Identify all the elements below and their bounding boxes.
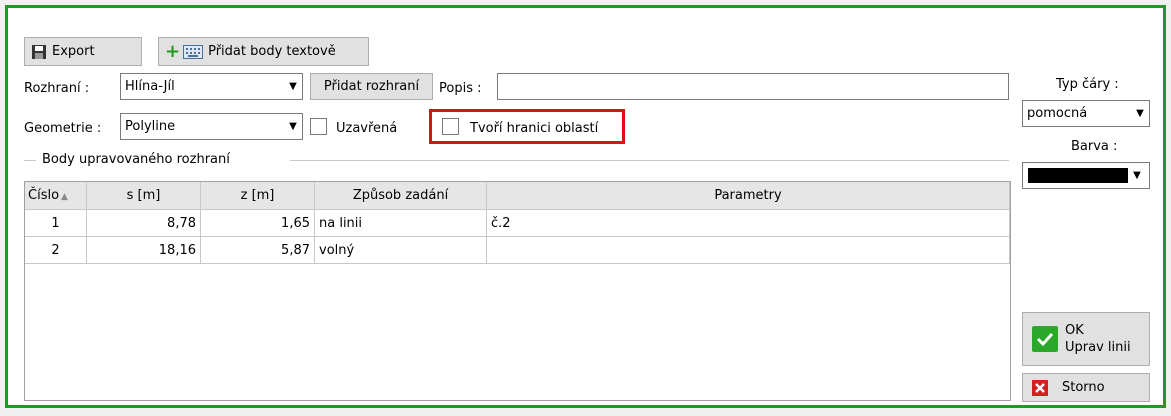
boundary-label: Tvoří hranici oblastí	[470, 121, 599, 136]
cell-s: 18,16	[86, 236, 201, 264]
closed-label: Uzavřená	[336, 121, 398, 136]
line-type-select[interactable]: pomocná ▼	[1022, 100, 1150, 127]
color-select[interactable]: ▼	[1022, 162, 1150, 189]
cell-params: č.2	[486, 209, 1010, 237]
add-text-points-label: Přidat body textově	[208, 44, 336, 59]
dialog-frame: Export + Přidat body textově Rozhraní : …	[5, 5, 1166, 408]
export-button[interactable]: Export	[24, 37, 142, 66]
interface-label: Rozhraní :	[24, 81, 90, 96]
interface-select-value: Hlína-Jíl	[125, 79, 175, 94]
description-input[interactable]	[497, 73, 1009, 100]
geometry-select[interactable]: Polyline ▼	[120, 113, 303, 140]
interface-select[interactable]: Hlína-Jíl ▼	[120, 73, 303, 100]
ok-edit-line-button[interactable]: OK Uprav linii	[1022, 312, 1150, 366]
plus-icon: +	[165, 40, 181, 62]
add-text-points-button[interactable]: + Přidat body textově	[158, 37, 369, 66]
cell-method: na linii	[314, 209, 487, 237]
save-icon	[32, 44, 46, 59]
geometry-select-value: Polyline	[125, 119, 176, 134]
cell-params	[486, 236, 1010, 264]
column-header-z[interactable]: z [m]	[200, 182, 315, 210]
cancel-label: Storno	[1062, 380, 1105, 395]
add-interface-button[interactable]: Přidat rozhraní	[310, 73, 433, 100]
close-icon	[1032, 379, 1048, 396]
cell-number: 2	[25, 236, 87, 264]
export-label: Export	[52, 44, 95, 59]
color-swatch	[1028, 168, 1128, 183]
ok-label: OK	[1065, 323, 1084, 338]
column-header-number[interactable]: Číslo ▲	[25, 182, 87, 210]
column-header-method[interactable]: Způsob zadání	[314, 182, 487, 210]
chevron-down-icon: ▼	[1133, 170, 1141, 181]
cell-method: volný	[314, 236, 487, 264]
cancel-button[interactable]: Storno	[1022, 373, 1150, 402]
group-line-right	[290, 160, 1009, 161]
sort-up-icon: ▲	[61, 192, 68, 202]
table-header-row: Číslo ▲ s [m] z [m] Způsob zadání Paramet…	[25, 182, 1010, 210]
description-label: Popis :	[439, 81, 482, 96]
line-type-select-value: pomocná	[1027, 106, 1088, 121]
color-label: Barva :	[1071, 139, 1118, 154]
points-table: Číslo ▲ s [m] z [m] Způsob zadání Paramet…	[24, 181, 1011, 401]
column-header-number-label: Číslo	[28, 188, 60, 203]
line-type-label: Typ čáry :	[1056, 77, 1119, 92]
checkmark-icon	[1032, 326, 1058, 352]
table-row[interactable]: 1 8,78 1,65 na linii č.2	[25, 209, 1010, 237]
column-header-params[interactable]: Parametry	[486, 182, 1010, 210]
boundary-checkbox[interactable]	[442, 118, 459, 135]
cell-s: 8,78	[86, 209, 201, 237]
chevron-down-icon: ▼	[289, 121, 297, 132]
table-row[interactable]: 2 18,16 5,87 volný	[25, 236, 1010, 264]
group-line-left	[24, 160, 36, 161]
closed-checkbox[interactable]	[310, 118, 327, 135]
edit-line-label: Uprav linii	[1065, 340, 1131, 355]
cell-number: 1	[25, 209, 87, 237]
column-header-s[interactable]: s [m]	[86, 182, 201, 210]
chevron-down-icon: ▼	[1136, 108, 1144, 119]
chevron-down-icon: ▼	[289, 81, 297, 92]
keyboard-icon	[183, 44, 204, 59]
group-title: Body upravovaného rozhraní	[42, 152, 230, 167]
cell-z: 5,87	[200, 236, 315, 264]
add-interface-label: Přidat rozhraní	[323, 79, 420, 94]
geometry-label: Geometrie :	[24, 121, 102, 136]
cell-z: 1,65	[200, 209, 315, 237]
